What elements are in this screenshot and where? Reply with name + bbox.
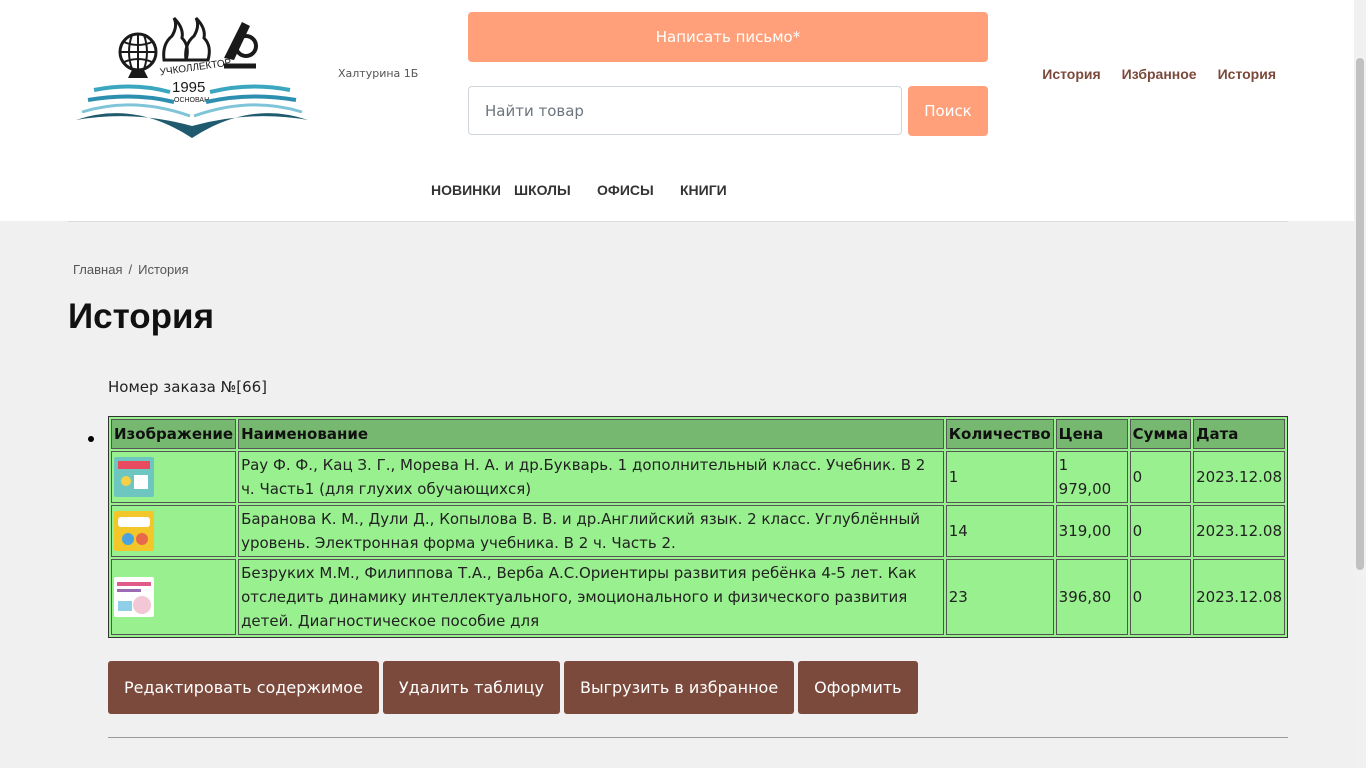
write-letter-button[interactable]: Написать письмо*: [468, 12, 988, 62]
book-cover-image[interactable]: [114, 577, 154, 617]
product-sum: 0: [1129, 451, 1192, 503]
scrollbar-thumb[interactable]: [1356, 58, 1364, 570]
product-date: 2023.12.08: [1193, 505, 1285, 557]
delete-table-button[interactable]: Удалить таблицу: [382, 661, 560, 714]
breadcrumb-current: История: [138, 262, 189, 277]
table-header-row: Изображение Наименование Количество Цена…: [111, 419, 1285, 449]
order-number: Номер заказа №[66]: [108, 378, 268, 396]
product-date: 2023.12.08: [1193, 451, 1285, 503]
col-price: Цена: [1055, 419, 1128, 449]
product-image-cell: [111, 559, 237, 635]
uchkollektor-logo[interactable]: УЧКОЛЛЕКТОР 1995 ОСНОВАН: [74, 16, 310, 142]
col-sum: Сумма: [1129, 419, 1192, 449]
product-qty: 14: [945, 505, 1054, 557]
page-scrollbar[interactable]: [1354, 0, 1366, 768]
page-title: История: [68, 297, 214, 336]
breadcrumb-separator: /: [128, 262, 133, 277]
product-sum: 0: [1129, 505, 1192, 557]
order-actions: Редактировать содержимое Удалить таблицу…: [108, 661, 918, 714]
favorites-link[interactable]: Избранное: [1122, 66, 1197, 82]
header-divider: [68, 221, 1288, 222]
logo-text-bottom: ОСНОВАН: [174, 97, 209, 104]
history-link-2[interactable]: История: [1218, 66, 1276, 82]
nav-item-novinki[interactable]: НОВИНКИ: [431, 182, 501, 198]
top-links: История Избранное История: [1042, 66, 1276, 82]
product-qty: 23: [945, 559, 1054, 635]
table-row: Рау Ф. Ф., Кац З. Г., Морева Н. А. и др.…: [111, 451, 1285, 503]
order-table: Изображение Наименование Количество Цена…: [108, 416, 1288, 638]
book-cover-image[interactable]: [114, 457, 154, 497]
product-qty: 1: [945, 451, 1054, 503]
product-price: 1 979,00: [1055, 451, 1128, 503]
table-row: Баранова К. М., Дули Д., Копылова В. В. …: [111, 505, 1285, 557]
nav-item-books[interactable]: КНИГИ: [680, 182, 727, 198]
product-date: 2023.12.08: [1193, 559, 1285, 635]
book-cover-image[interactable]: [114, 511, 154, 551]
product-name: Баранова К. М., Дули Д., Копылова В. В. …: [238, 505, 944, 557]
col-quantity: Количество: [945, 419, 1054, 449]
table-row: Безруких М.М., Филиппова Т.А., Верба А.С…: [111, 559, 1285, 635]
logo-year: 1995: [172, 79, 205, 96]
product-image-cell: [111, 505, 237, 557]
product-sum: 0: [1129, 559, 1192, 635]
breadcrumb: Главная / История: [73, 262, 189, 277]
svg-text:1995: 1995: [172, 79, 205, 96]
checkout-button[interactable]: Оформить: [798, 661, 918, 714]
nav-item-offices[interactable]: ОФИСЫ: [597, 182, 654, 198]
breadcrumb-home[interactable]: Главная: [73, 262, 122, 277]
product-name: Рау Ф. Ф., Кац З. Г., Морева Н. А. и др.…: [238, 451, 944, 503]
history-link[interactable]: История: [1042, 66, 1100, 82]
export-favorites-button[interactable]: Выгрузить в избранное: [563, 661, 795, 714]
product-price: 319,00: [1055, 505, 1128, 557]
content-divider: [108, 737, 1288, 738]
nav-item-schools[interactable]: ШКОЛЫ: [514, 182, 571, 198]
product-name: Безруких М.М., Филиппова Т.А., Верба А.С…: [238, 559, 944, 635]
product-image-cell: [111, 451, 237, 503]
col-name: Наименование: [238, 419, 944, 449]
product-price: 396,80: [1055, 559, 1128, 635]
col-date: Дата: [1193, 419, 1285, 449]
svg-text:ОСНОВАН: ОСНОВАН: [174, 97, 209, 104]
site-header: УЧКОЛЛЕКТОР 1995 ОСНОВАН Халтурина 1Б На…: [0, 0, 1354, 221]
col-image: Изображение: [111, 419, 237, 449]
search-input[interactable]: [468, 86, 902, 135]
list-bullet: [88, 436, 94, 442]
search-button[interactable]: Поиск: [908, 86, 988, 136]
edit-content-button[interactable]: Редактировать содержимое: [108, 661, 379, 714]
store-address: Халтурина 1Б: [338, 67, 419, 80]
